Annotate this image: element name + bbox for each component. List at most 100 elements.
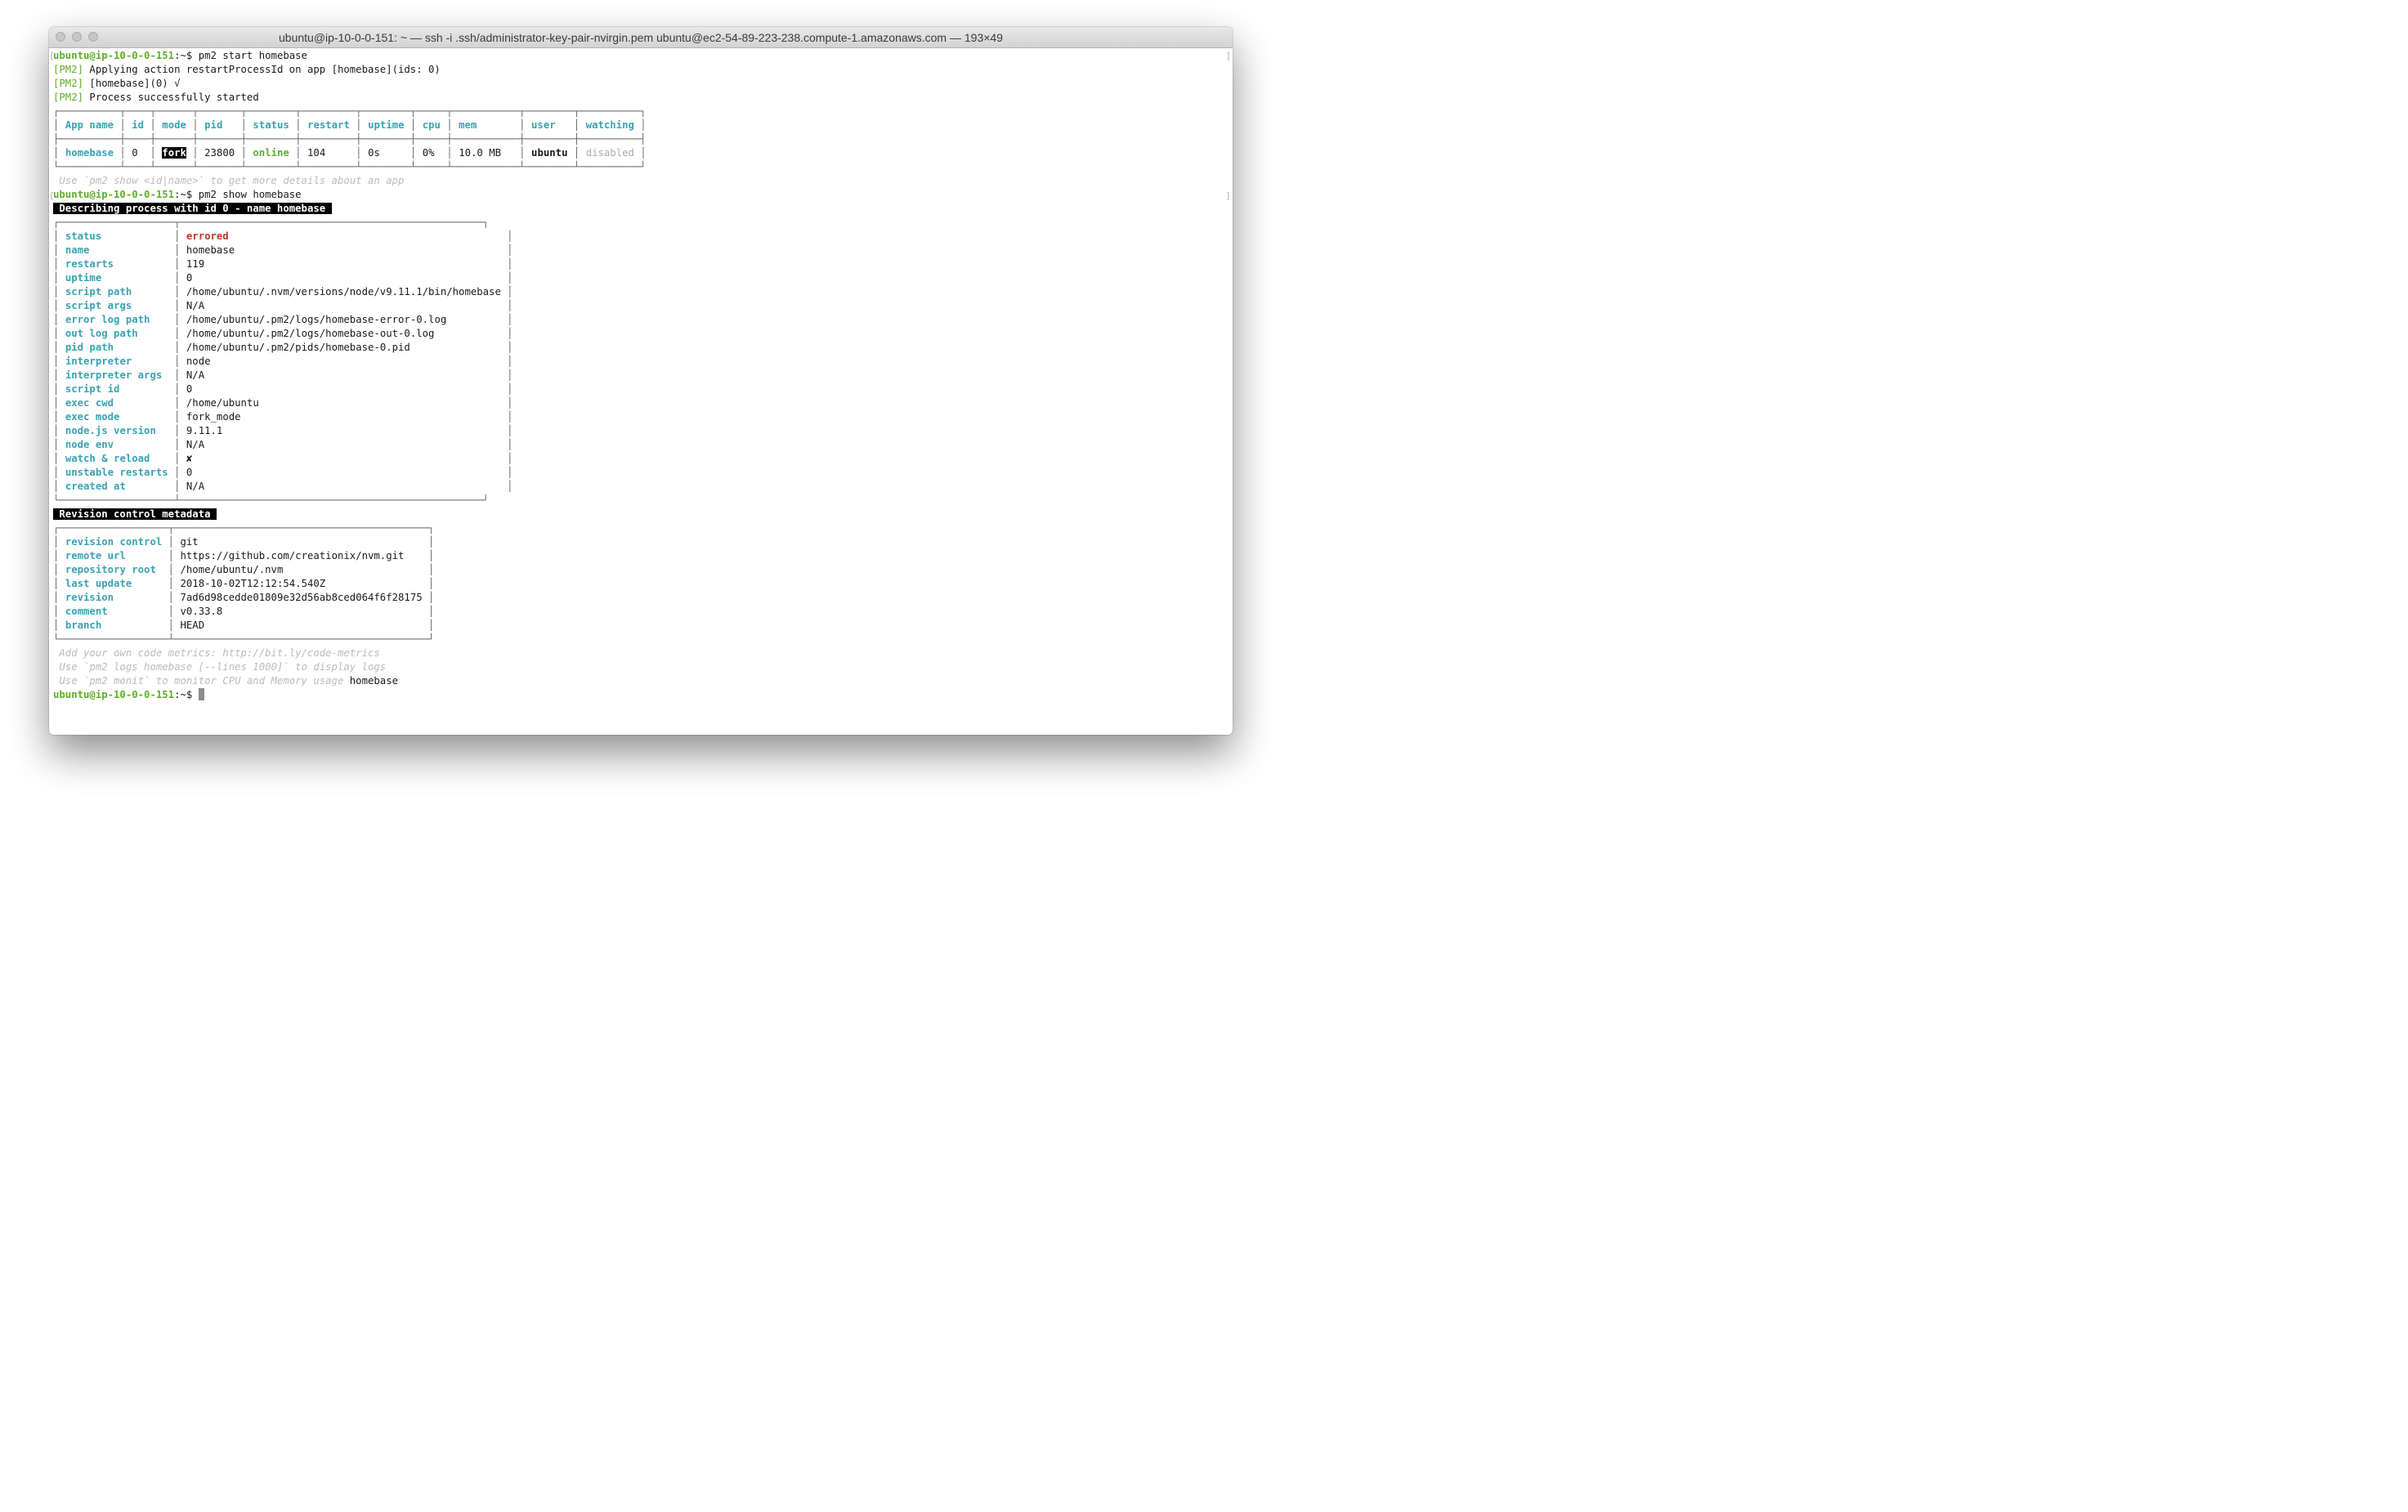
list-table-header-row: │ App name │ id │ mode │ pid │ status │ … [53,119,647,131]
table-row: │ script args │ N/A │ [53,300,513,311]
cell-status: online [253,147,289,159]
row-key: interpreter args [65,369,163,381]
row-value: git [180,536,199,548]
row-value: /home/ubuntu [186,397,259,409]
cell-mem: 10.0 MB [459,147,502,159]
row-value: N/A [186,481,205,492]
pm2-tag: [PM2] [53,78,84,89]
command-line: ubuntu@ip-10-0-0-151:~$ pm2 start homeba… [53,49,307,63]
col-app-name: App name [65,119,114,131]
row-key: node env [65,439,114,450]
row-key: uptime [65,272,102,284]
pm2-tag: [PM2] [53,64,84,75]
table-row: │ exec mode │ fork_mode │ [53,411,513,423]
col-cpu: cpu [422,119,441,131]
row-value: 7ad6d98cedde01809e32d56ab8ced064f6f28175 [180,592,423,603]
table-row: │ node.js version │ 9.11.1 │ [53,425,513,436]
describe-header-line: Describing process with id 0 - name home… [53,202,332,216]
row-value: node [186,356,211,367]
pm2-log-line: [PM2] Process successfully started [53,91,259,105]
table-row: │ status │ errored │ [53,230,513,242]
table-row: │ node env │ N/A │ [53,439,513,450]
window-title: ubuntu@ip-10-0-0-151: ~ — ssh -i .ssh/ad… [279,31,1003,44]
table-row: │ homebase │ 0 │ fork │ 23800 │ online │… [53,147,647,159]
prompt-userhost: ubuntu@ip-10-0-0-151 [53,189,175,200]
tip-line: Add your own code metrics: http://bit.ly… [53,646,380,660]
prompt-userhost: ubuntu@ip-10-0-0-151 [53,689,175,700]
table-row: │ last update │ 2018-10-02T12:12:54.540Z… [53,578,435,589]
cell-mode: fork [162,147,186,159]
row-value: https://github.com/creationix/nvm.git [180,550,405,561]
table-row: │ pid path │ /home/ubuntu/.pm2/pids/home… [53,342,513,353]
row-value: errored [186,230,229,242]
cell-pid: 23800 [204,147,235,159]
list-table-border-mid: ├──────────┼────┼──────┼───────┼────────… [53,133,647,145]
list-table-border-bottom: └──────────┴────┴──────┴───────┴────────… [53,161,647,172]
row-value: 119 [186,258,205,270]
row-key: error log path [65,314,150,325]
row-value: N/A [186,439,205,450]
table-row: │ script id │ 0 │ [53,383,513,395]
command-text: pm2 start homebase [198,50,307,61]
table-row: │ comment │ v0.33.8 │ [53,606,435,617]
revision-table-border-bottom: └──────────────────┴────────────────────… [53,633,435,645]
row-value: N/A [186,300,205,311]
prompt-userhost: ubuntu@ip-10-0-0-151 [53,50,175,61]
row-key: script path [65,286,132,297]
row-key: out log path [65,328,138,339]
selection-bracket-right: ] [1225,190,1231,201]
describe-table-border-bottom: └───────────────────┴───────────────────… [53,494,490,506]
row-key: comment [65,606,108,617]
row-key: restarts [65,258,114,270]
row-key: interpreter [65,356,132,367]
col-mem: mem [459,119,477,131]
table-row: │ revision control │ git │ [53,536,435,548]
row-value: /home/ubuntu/.nvm [180,564,284,575]
row-value: /home/ubuntu/.pm2/logs/homebase-out-0.lo… [186,328,435,339]
row-key: exec cwd [65,397,114,409]
col-uptime: uptime [368,119,405,131]
row-value: fork_mode [186,411,241,423]
tip-text: Use `pm2 logs homebase [--lines 1000]` t… [53,661,387,673]
tip-text: Add your own code metrics: http://bit.ly… [53,647,380,659]
describe-table-border-top: ┌───────────────────┬───────────────────… [53,217,490,228]
text-cursor[interactable] [198,688,204,700]
active-prompt-line: ubuntu@ip-10-0-0-151:~$ [53,688,204,702]
table-row: │ script path │ /home/ubuntu/.nvm/versio… [53,286,513,297]
table-row: │ created at │ N/A │ [53,481,513,492]
table-row: │ revision │ 7ad6d98cedde01809e32d56ab8c… [53,592,435,603]
log-text: [homebase](0) √ [83,78,181,89]
col-mode: mode [162,119,186,131]
row-key: revision control [65,536,163,548]
tip-line: Use `pm2 monit` to monitor CPU and Memor… [53,674,398,688]
row-value: 2018-10-02T12:12:54.540Z [180,578,326,589]
col-user: user [531,119,556,131]
row-key: status [65,230,102,242]
prompt-path: :~$ [174,50,199,61]
col-watching: watching [585,119,634,131]
cell-watching: disabled [585,147,634,159]
cell-uptime: 0s [368,147,380,159]
row-key: revision [65,592,114,603]
selection-bracket-right: ] [1225,51,1231,61]
revision-header: Revision control metadata [53,508,217,520]
table-row: │ error log path │ /home/ubuntu/.pm2/log… [53,314,513,325]
revision-header-line: Revision control metadata [53,508,217,521]
table-row: │ restarts │ 119 │ [53,258,513,270]
row-value: /home/ubuntu/.pm2/pids/homebase-0.pid [186,342,410,353]
cell-app-name: homebase [65,147,114,159]
table-row: │ exec cwd │ /home/ubuntu │ [53,397,513,409]
hint-line: Use `pm2 show <id|name>` to get more det… [53,175,405,186]
log-text: Process successfully started [83,92,259,103]
row-key: watch & reload [65,453,150,464]
cell-restart: 104 [307,147,326,159]
col-id: id [132,119,145,131]
tip-text: Use `pm2 monit` to monitor CPU and Memor… [53,675,344,687]
terminal-window[interactable]: ubuntu@ip-10-0-0-151: ~ — ssh -i .ssh/ad… [49,27,1233,735]
row-key: exec mode [65,411,120,423]
terminal-output[interactable]: [ ] [ ] ubuntu@ip-10-0-0-151:~$ pm2 star… [49,48,1233,735]
command-text: pm2 show homebase [198,189,302,200]
title-bar[interactable]: ubuntu@ip-10-0-0-151: ~ — ssh -i .ssh/ad… [49,27,1233,48]
row-key: node.js version [65,425,156,436]
table-row: │ interpreter │ node │ [53,356,513,367]
